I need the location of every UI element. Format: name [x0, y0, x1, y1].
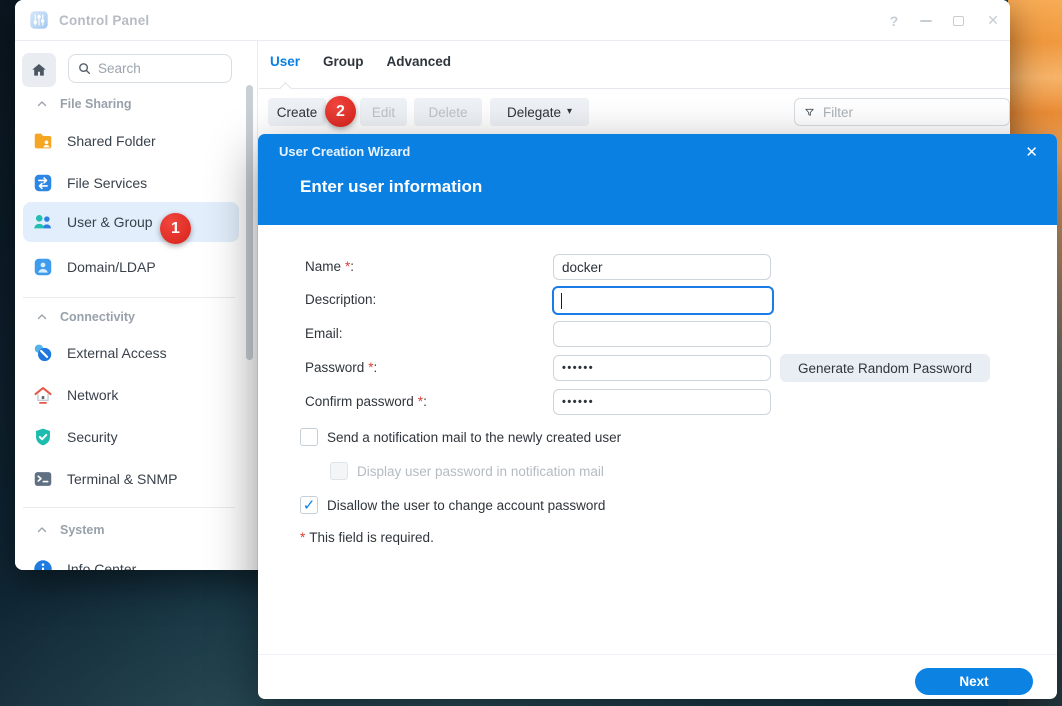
home-button[interactable]: [22, 53, 56, 87]
tab-separator: [259, 88, 1010, 89]
filter-box[interactable]: [794, 98, 1010, 126]
password-input[interactable]: [553, 355, 771, 381]
sidebar-item-shared-folder[interactable]: Shared Folder: [23, 124, 239, 158]
checkbox-checked[interactable]: ✓: [300, 496, 318, 514]
sidebar-item-network[interactable]: Network: [23, 378, 239, 412]
caret-down-icon: ▾: [567, 107, 572, 117]
home-icon: [30, 61, 48, 79]
password-label: Password*:: [305, 355, 545, 381]
tab-advanced[interactable]: Advanced: [387, 54, 452, 69]
text-cursor: [561, 293, 562, 309]
tab-group[interactable]: Group: [323, 54, 364, 69]
sidebar-item-info-center[interactable]: Info Center: [23, 552, 239, 570]
checkbox-row-send-notification[interactable]: Send a notification mail to the newly cr…: [300, 428, 621, 446]
sidebar-item-terminal-snmp[interactable]: Terminal & SNMP: [23, 462, 239, 496]
confirm-password-input[interactable]: [553, 389, 771, 415]
email-label: Email:: [305, 321, 545, 347]
section-system[interactable]: System: [36, 523, 104, 537]
sidebar-item-user-and-group[interactable]: User & Group: [23, 202, 239, 242]
next-button[interactable]: Next: [915, 668, 1033, 695]
checkbox-row-disallow-change-password[interactable]: ✓ Disallow the user to change account pa…: [300, 496, 605, 514]
filter-input[interactable]: [823, 105, 1000, 120]
window-controls: ? ✕: [887, 0, 1000, 41]
section-file-sharing[interactable]: File Sharing: [36, 97, 132, 111]
user-group-icon: [32, 211, 54, 233]
check-icon: ✓: [303, 498, 316, 513]
chevron-up-icon: [36, 311, 48, 323]
description-input[interactable]: [552, 286, 774, 315]
section-connectivity[interactable]: Connectivity: [36, 310, 135, 324]
network-icon: [32, 384, 54, 406]
help-icon[interactable]: ?: [887, 13, 901, 29]
chevron-up-icon: [36, 98, 48, 110]
name-input[interactable]: [553, 254, 771, 280]
minimize-icon[interactable]: [920, 20, 932, 22]
delete-button[interactable]: Delete: [414, 98, 482, 126]
dialog-title: User Creation Wizard: [279, 144, 410, 159]
sidebar-scrollbar[interactable]: [246, 85, 253, 360]
sidebar-item-external-access[interactable]: External Access: [23, 336, 239, 370]
security-shield-icon: [32, 426, 54, 448]
sidebar: File Sharing Shared Folder File Services: [15, 41, 258, 570]
search-icon: [77, 61, 92, 76]
sidebar-search[interactable]: [68, 54, 232, 83]
window-close-icon[interactable]: ✕: [986, 12, 1000, 29]
required-field-note: *This field is required.: [300, 530, 434, 545]
external-access-icon: [32, 342, 54, 364]
sidebar-item-file-services[interactable]: File Services: [23, 166, 239, 200]
sidebar-item-domain-ldap[interactable]: Domain/LDAP: [23, 250, 239, 284]
tab-user[interactable]: User: [270, 54, 300, 69]
filter-funnel-icon: [804, 105, 815, 120]
delegate-button[interactable]: Delegate ▾: [490, 98, 589, 126]
dialog-heading: Enter user information: [300, 177, 482, 197]
active-tab-caret: [279, 82, 292, 95]
control-panel-app-icon: [28, 9, 50, 31]
desktop: Control Panel ? ✕: [0, 0, 1062, 706]
terminal-icon: [32, 468, 54, 490]
user-creation-wizard-dialog: User Creation Wizard ✕ Enter user inform…: [258, 134, 1057, 699]
name-label: Name*:: [305, 254, 545, 280]
search-input[interactable]: [98, 61, 208, 76]
tab-bar: User Group Advanced: [270, 54, 451, 69]
edit-button[interactable]: Edit: [360, 98, 407, 126]
step-badge-2: 2: [325, 96, 356, 127]
generate-random-password-button[interactable]: Generate Random Password: [780, 354, 990, 382]
description-label: Description:: [305, 287, 545, 313]
step-badge-1: 1: [160, 213, 191, 244]
domain-ldap-icon: [32, 256, 54, 278]
file-services-icon: [32, 172, 54, 194]
info-icon: [32, 558, 54, 570]
checkbox-row-display-password: Display user password in notification ma…: [330, 462, 604, 480]
maximize-icon[interactable]: [953, 16, 964, 26]
titlebar: Control Panel ? ✕: [15, 0, 1010, 41]
create-button[interactable]: Create: [268, 98, 326, 126]
sidebar-divider: [23, 297, 235, 298]
window-title: Control Panel: [59, 13, 149, 28]
chevron-up-icon: [36, 524, 48, 536]
dialog-header: User Creation Wizard ✕ Enter user inform…: [258, 134, 1057, 225]
checkbox-unchecked[interactable]: [300, 428, 318, 446]
confirm-password-label: Confirm password*:: [305, 389, 545, 415]
dialog-footer-divider: [258, 654, 1057, 655]
checkbox-disabled: [330, 462, 348, 480]
sidebar-item-security[interactable]: Security: [23, 420, 239, 454]
email-input[interactable]: [553, 321, 771, 347]
dialog-close-icon[interactable]: ✕: [1025, 143, 1038, 161]
sidebar-divider: [23, 507, 235, 508]
shared-folder-icon: [32, 130, 54, 152]
